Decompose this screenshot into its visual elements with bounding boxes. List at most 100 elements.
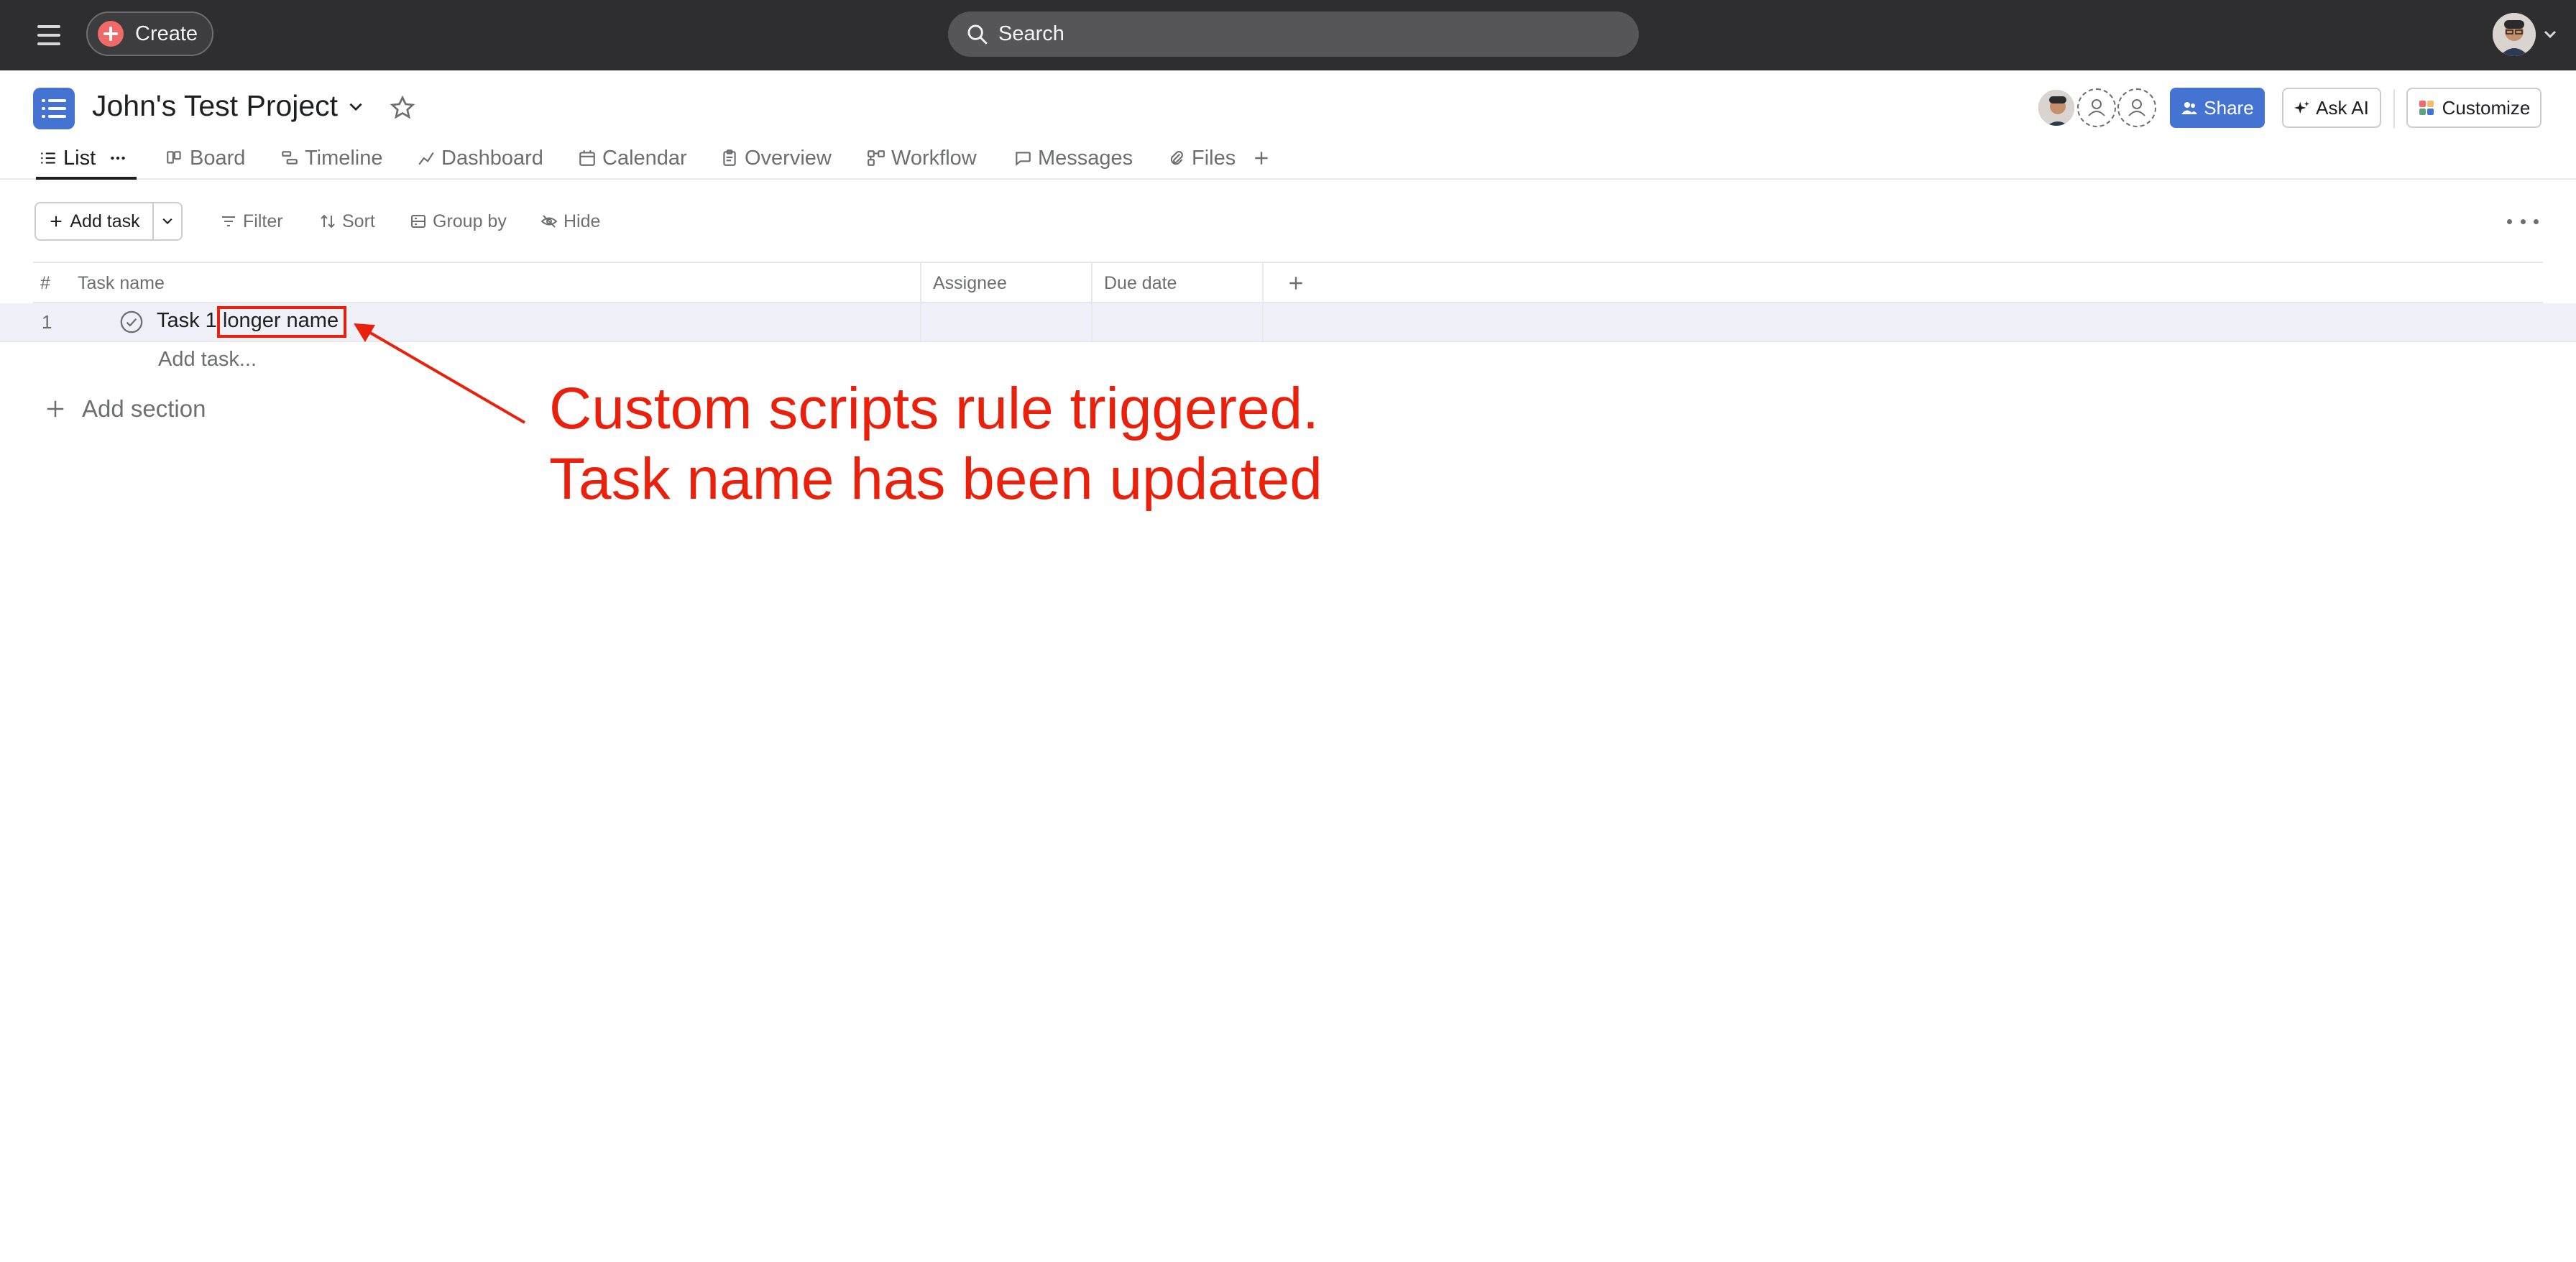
add-column-button[interactable]	[1287, 263, 1305, 303]
column-header-due-date[interactable]: Due date	[1104, 263, 1177, 303]
tab-label: Files	[1192, 146, 1236, 170]
messages-icon	[1016, 152, 1031, 166]
plus-icon	[98, 21, 124, 47]
search-icon	[967, 24, 988, 45]
active-tab-indicator	[36, 177, 137, 180]
plus-icon	[51, 216, 62, 227]
add-tab-button[interactable]	[1252, 144, 1271, 172]
search-bar[interactable]: Search	[948, 11, 1639, 57]
more-options-icon[interactable]	[2507, 210, 2539, 233]
column-header-assignee[interactable]: Assignee	[933, 263, 1007, 303]
add-task-label: Add task	[70, 211, 140, 231]
column-divider	[1091, 262, 1092, 341]
table-header: # Task name Assignee Due date	[33, 262, 2543, 303]
add-member-icon[interactable]	[2077, 88, 2116, 127]
chevron-down-icon	[162, 218, 172, 224]
tab-label: Workflow	[891, 146, 977, 170]
annotation-text: Custom scripts rule triggered. Task name…	[549, 374, 1322, 515]
complete-checkmark-icon[interactable]	[119, 310, 144, 334]
customize-icon	[2419, 101, 2434, 115]
view-tabs: List Board Timeline Dashboard Calendar O…	[0, 137, 2576, 180]
filter-button[interactable]: Filter	[220, 208, 283, 234]
group-by-icon	[411, 215, 426, 228]
plus-icon	[47, 400, 64, 418]
list-icon	[41, 152, 55, 164]
divider	[2393, 89, 2395, 128]
tab-workflow[interactable]: Workflow	[867, 144, 977, 172]
workflow-icon	[868, 150, 885, 166]
add-task-dropdown[interactable]	[154, 203, 181, 239]
tab-label: Calendar	[602, 146, 687, 170]
sort-icon	[321, 214, 335, 229]
table-row[interactable]	[0, 303, 2576, 342]
tab-files[interactable]: Files	[1167, 144, 1236, 172]
group-by-label: Group by	[433, 211, 507, 231]
avatar[interactable]	[2493, 13, 2536, 56]
more-horizontal-icon[interactable]	[109, 149, 127, 167]
filter-label: Filter	[243, 211, 283, 231]
tab-label: Dashboard	[441, 146, 543, 170]
tab-label: Board	[190, 146, 246, 170]
tab-label: List	[63, 146, 96, 170]
group-by-button[interactable]: Group by	[410, 208, 507, 234]
annotation-line-1: Custom scripts rule triggered.	[549, 376, 1319, 441]
share-label: Share	[2204, 96, 2254, 119]
tab-list[interactable]: List	[39, 144, 127, 172]
hide-button[interactable]: Hide	[540, 208, 600, 234]
calendar-icon	[579, 150, 595, 166]
tab-overview[interactable]: Overview	[720, 144, 832, 172]
dashboard-icon	[418, 152, 434, 165]
paperclip-icon	[1170, 151, 1183, 165]
chevron-down-icon[interactable]	[2542, 27, 2559, 42]
eye-off-icon	[540, 215, 558, 228]
project-list-icon	[33, 88, 75, 129]
tab-label: Overview	[745, 146, 832, 170]
filter-icon	[222, 216, 235, 226]
tab-board[interactable]: Board	[165, 144, 245, 172]
create-button[interactable]: Create	[86, 11, 213, 56]
tab-calendar[interactable]: Calendar	[578, 144, 687, 172]
annotation-arrow	[354, 323, 526, 424]
search-placeholder: Search	[998, 22, 1064, 45]
column-header-number: #	[40, 272, 50, 293]
sort-button[interactable]: Sort	[319, 208, 375, 234]
hide-label: Hide	[564, 211, 601, 231]
plus-icon	[1255, 152, 1268, 165]
create-label: Create	[135, 22, 198, 45]
add-member-icon[interactable]	[2117, 88, 2156, 127]
plus-icon	[1289, 277, 1302, 290]
overview-icon	[723, 149, 736, 166]
timeline-icon	[282, 151, 298, 165]
tab-label: Timeline	[305, 146, 383, 170]
add-task-inline[interactable]: Add task...	[158, 348, 257, 372]
ask-ai-button[interactable]: Ask AI	[2282, 88, 2381, 128]
annotation-line-2: Task name has been updated	[549, 446, 1322, 512]
tab-messages[interactable]: Messages	[1013, 144, 1133, 172]
chevron-down-icon[interactable]	[346, 99, 365, 115]
ask-ai-label: Ask AI	[2316, 96, 2369, 119]
tab-label: Messages	[1038, 146, 1133, 170]
share-button[interactable]: Share	[2170, 88, 2265, 128]
star-icon[interactable]	[390, 95, 415, 121]
sort-label: Sort	[342, 211, 375, 231]
row-number: 1	[42, 311, 52, 333]
customize-button[interactable]: Customize	[2406, 88, 2542, 128]
sparkle-icon	[2294, 101, 2310, 114]
add-task-button[interactable]: Add task	[36, 203, 154, 239]
hamburger-icon[interactable]	[33, 21, 65, 50]
add-task-button-group: Add task	[34, 202, 183, 241]
column-divider	[1262, 262, 1264, 341]
column-header-task-name[interactable]: Task name	[78, 263, 165, 303]
member-avatar[interactable]	[2037, 88, 2076, 127]
people-icon	[2181, 102, 2198, 114]
task-name-prefix: Task 1	[157, 309, 223, 332]
tab-dashboard[interactable]: Dashboard	[417, 144, 543, 172]
top-bar: Create Search	[0, 0, 2576, 70]
column-divider	[920, 262, 921, 341]
tab-timeline[interactable]: Timeline	[280, 144, 383, 172]
highlight-box	[217, 306, 346, 338]
project-title[interactable]: John's Test Project	[92, 89, 338, 123]
customize-label: Customize	[2442, 96, 2531, 119]
add-section-button[interactable]: Add section	[45, 395, 206, 423]
add-section-label: Add section	[82, 395, 206, 422]
